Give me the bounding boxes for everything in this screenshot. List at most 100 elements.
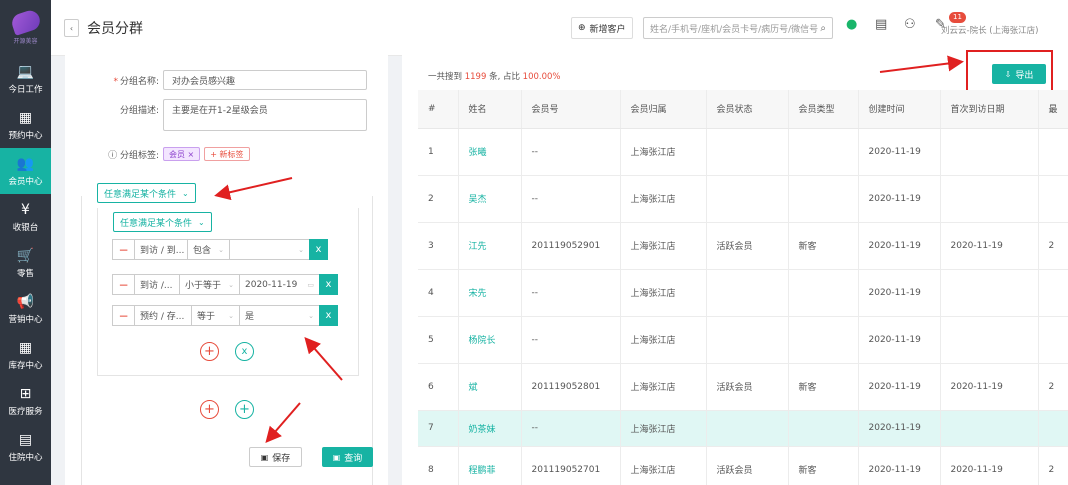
table-row[interactable]: 1 张曦 -- 上海张江店 2020-11-19 <box>418 128 1068 176</box>
table-cell <box>706 410 789 447</box>
wechat-icon[interactable]: ● <box>846 17 857 32</box>
member-name-link[interactable]: 奶茶妹 <box>458 410 522 447</box>
condition-row: − 到访 /... 小于等于 ⌄ 2020-11-19 ▭ x <box>112 274 338 295</box>
table-row[interactable]: 4 宋先 -- 上海张江店 2020-11-19 <box>418 269 1068 317</box>
outer-condition-select[interactable]: 任意满足某个条件 ⌄ <box>97 183 196 203</box>
table-cell <box>1038 269 1068 317</box>
condition-row: − 到访 / 到...⌄ 包含⌄ ⌄ x <box>112 239 328 260</box>
column-header: 会员类型 <box>788 90 859 129</box>
table-row[interactable]: 6 斌 201119052801 上海张江店 活跃会员 新客 2020-11-19 2020-… <box>418 363 1068 411</box>
condition-operator-select[interactable]: 包含 ⌄ <box>187 239 229 260</box>
add-condition-button[interactable]: + <box>200 342 219 361</box>
member-name-link[interactable]: 杨院长 <box>458 316 522 364</box>
member-name-link[interactable]: 宋先 <box>458 269 522 317</box>
sidebar-item-8[interactable]: ▤ 住院中心 <box>0 424 51 470</box>
column-header: # <box>418 90 459 129</box>
table-cell: 3 <box>418 222 459 270</box>
users-icon[interactable]: ⚇ <box>904 17 916 32</box>
back-button[interactable]: ‹ <box>64 19 79 37</box>
sidebar-item-0[interactable]: 💻 今日工作 <box>0 56 51 102</box>
add-group-button[interactable]: + <box>235 400 254 419</box>
logo-mark-icon <box>9 7 42 36</box>
results-panel: 一共搜到 1199 条, 占比 100.00% ⇩ 导出 # 姓名 会员号 会员归属 会员… <box>402 48 1068 485</box>
table-cell <box>1038 410 1068 447</box>
query-button[interactable]: ▣ 查询 <box>322 447 373 467</box>
condition-date-input[interactable]: 2020-11-19 ▭ <box>239 274 319 295</box>
condition-value-select[interactable]: 是 ⌄ <box>239 305 319 326</box>
document-icon[interactable]: ▤ <box>875 17 887 32</box>
annotation-highlight-box <box>966 50 1053 92</box>
member-name-link[interactable]: 斌 <box>458 363 522 411</box>
condition-operator-select[interactable]: 等于 ⌄ <box>191 305 239 326</box>
add-outer-condition-button[interactable]: + <box>200 400 219 419</box>
sidebar: 开源美容 💻 今日工作 ▦ 预约中心 👥 会员中心 ¥ 收银台 🛒 零售 📢 营销中心 ▦ 库存中心 ⊞ 医疗… <box>0 0 51 485</box>
table-cell: 活跃会员 <box>706 222 789 270</box>
result-count: 1199 <box>464 72 487 82</box>
results-summary: 一共搜到 1199 条, 占比 100.00% <box>428 72 561 82</box>
remove-condition-button[interactable]: − <box>112 305 134 326</box>
delete-condition-button[interactable]: x <box>309 239 328 260</box>
table-cell <box>788 128 859 176</box>
group-desc-textarea[interactable]: 主要是在开1-2星级会员 <box>163 99 367 131</box>
add-tag-button[interactable]: + 新标签 <box>204 147 250 161</box>
table-cell <box>788 410 859 447</box>
table-cell: 上海张江店 <box>620 410 707 447</box>
sidebar-item-5[interactable]: 📢 营销中心 <box>0 286 51 332</box>
new-customer-button[interactable]: ⊕ 新增客户 <box>571 17 633 39</box>
sidebar-item-7[interactable]: ⊞ 医疗服务 <box>0 378 51 424</box>
sidebar-item-label: 预约中心 <box>8 130 43 141</box>
sidebar-item-label: 营销中心 <box>8 314 43 325</box>
table-body: 1 张曦 -- 上海张江店 2020-11-19 2 吴杰 -- 上海张江店 2020-11-19… <box>418 128 1068 485</box>
sidebar-item-3[interactable]: ¥ 收银台 <box>0 194 51 240</box>
tag-close-icon[interactable]: × <box>188 150 195 159</box>
remove-condition-button[interactable]: − <box>112 239 134 260</box>
chevron-down-icon: ⌄ <box>198 217 205 227</box>
condition-value-input[interactable]: ⌄ <box>229 239 309 260</box>
sidebar-item-6[interactable]: ▦ 库存中心 <box>0 332 51 378</box>
table-cell: 201119052901 <box>521 222 621 270</box>
member-name-link[interactable]: 江先 <box>458 222 522 270</box>
table-row[interactable]: 3 江先 201119052901 上海张江店 活跃会员 新客 2020-11-19 2020… <box>418 222 1068 270</box>
remove-group-button[interactable]: x <box>235 342 254 361</box>
result-percent: 100.00% <box>522 72 561 82</box>
condition-field-select[interactable]: 预约 / 存... <box>134 305 191 326</box>
sidebar-item-2[interactable]: 👥 会员中心 <box>0 148 51 194</box>
tag-chip[interactable]: 会员 × <box>163 147 201 161</box>
table-cell: 201119052801 <box>521 363 621 411</box>
table-cell: 2 <box>1038 222 1068 270</box>
table-cell: 上海张江店 <box>620 446 707 485</box>
table-cell: 2020-11-19 <box>858 222 941 270</box>
delete-condition-button[interactable]: x <box>319 274 338 295</box>
global-search-input[interactable]: 姓名/手机号/座机/会员卡号/病历号/微信号 ⌕ <box>643 17 833 39</box>
members-icon: 👥 <box>16 155 35 172</box>
search-icon: ⌕ <box>820 22 826 34</box>
sidebar-item-label: 零售 <box>16 268 34 279</box>
sidebar-item-label: 住院中心 <box>8 452 43 463</box>
table-row[interactable]: 7 奶茶妹 -- 上海张江店 2020-11-19 <box>418 410 1068 447</box>
column-header: 创建时间 <box>858 90 941 129</box>
member-name-link[interactable]: 吴杰 <box>458 175 522 223</box>
condition-field-select[interactable]: 到访 / 到...⌄ <box>134 239 187 260</box>
table-row[interactable]: 8 程鹏菲 201119052701 上海张江店 活跃会员 新客 2020-11-19 202… <box>418 446 1068 485</box>
table-cell <box>940 128 1039 176</box>
user-info[interactable]: 刘云云-院长 (上海张江店) <box>941 24 1068 36</box>
delete-condition-button[interactable]: x <box>319 305 338 326</box>
chevron-down-icon: ⌄ <box>182 188 189 198</box>
table-cell: -- <box>521 128 621 176</box>
save-button[interactable]: ▣ 保存 <box>249 447 302 467</box>
sidebar-item-4[interactable]: 🛒 零售 <box>0 240 51 286</box>
app-logo: 开源美容 <box>0 0 51 56</box>
inner-condition-select[interactable]: 任意满足某个条件 ⌄ <box>113 212 212 232</box>
member-name-link[interactable]: 张曦 <box>458 128 522 176</box>
calendar-icon: ▭ <box>307 280 314 289</box>
group-name-input[interactable]: 对办会员感兴趣 <box>163 70 367 90</box>
condition-operator-select[interactable]: 小于等于 ⌄ <box>179 274 239 295</box>
table-cell: 2020-11-19 <box>858 446 941 485</box>
member-name-link[interactable]: 程鹏菲 <box>458 446 522 485</box>
sidebar-item-1[interactable]: ▦ 预约中心 <box>0 102 51 148</box>
table-cell: 2020-11-19 <box>940 446 1039 485</box>
remove-condition-button[interactable]: − <box>112 274 134 295</box>
condition-field-select[interactable]: 到访 /... <box>134 274 179 295</box>
table-row[interactable]: 5 杨院长 -- 上海张江店 2020-11-19 <box>418 316 1068 364</box>
table-row[interactable]: 2 吴杰 -- 上海张江店 2020-11-19 <box>418 175 1068 223</box>
